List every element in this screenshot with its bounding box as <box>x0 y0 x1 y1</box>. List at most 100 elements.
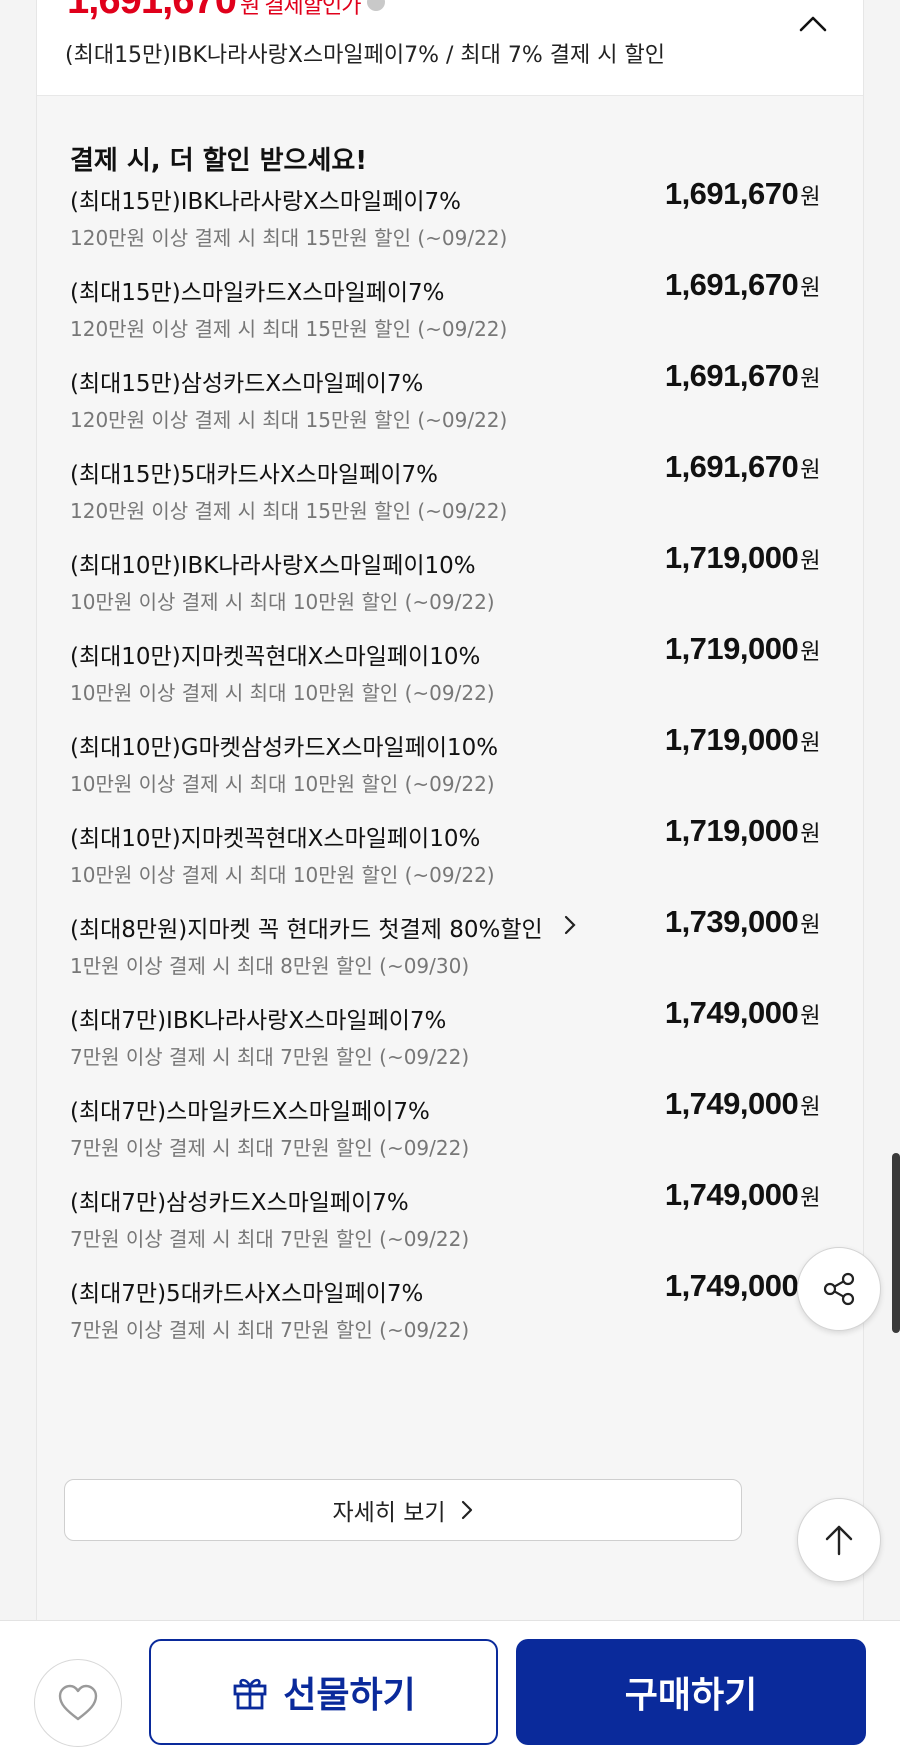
offer-row[interactable]: (최대10만)지마켓꼭현대X스마일페이10% 10만원 이상 결제 시 최대 10… <box>70 813 820 909</box>
offer-condition: 120만원 이상 결제 시 최대 15만원 할인 (~09/22) <box>70 317 508 341</box>
offer-condition: 7만원 이상 결제 시 최대 7만원 할인 (~09/22) <box>70 1136 470 1160</box>
offer-row[interactable]: (최대7만)스마일카드X스마일페이7% 7만원 이상 결제 시 최대 7만원 할인… <box>70 1086 820 1182</box>
offer-condition: 1만원 이상 결제 시 최대 8만원 할인 (~09/30) <box>70 954 470 978</box>
offer-row[interactable]: (최대15만)스마일카드X스마일페이7% 120만원 이상 결제 시 최대 15만… <box>70 267 820 363</box>
offer-price: 1,719,000원 <box>664 722 821 758</box>
offer-price-value: 1,719,000 <box>664 540 799 575</box>
currency-unit: 원 <box>800 458 820 483</box>
buy-button[interactable]: 구매하기 <box>516 1639 866 1745</box>
offer-row[interactable]: (최대7만)IBK나라사랑X스마일페이7% 7만원 이상 결제 시 최대 7만원 … <box>70 995 820 1091</box>
offer-name: (최대10만)IBK나라사랑X스마일페이10% <box>70 553 476 579</box>
gift-button[interactable]: 선물하기 <box>149 1639 498 1745</box>
offer-row[interactable]: (최대10만)지마켓꼭현대X스마일페이10% 10만원 이상 결제 시 최대 10… <box>70 631 820 727</box>
currency-unit: 원 <box>800 731 820 756</box>
offer-name: (최대7만)스마일카드X스마일페이7% <box>70 1099 430 1125</box>
offer-price-value: 1,691,670 <box>664 267 799 302</box>
scroll-top-button[interactable] <box>797 1498 881 1582</box>
offer-condition: 7만원 이상 결제 시 최대 7만원 할인 (~09/22) <box>70 1227 470 1251</box>
offer-price-value: 1,749,000 <box>664 1086 799 1121</box>
offer-price: 1,719,000원 <box>664 540 821 576</box>
offer-condition: 120만원 이상 결제 시 최대 15만원 할인 (~09/22) <box>70 226 508 250</box>
scrollbar[interactable] <box>892 1153 900 1333</box>
offer-condition: 7만원 이상 결제 시 최대 7만원 할인 (~09/22) <box>70 1318 470 1342</box>
currency-unit: 원 <box>800 276 820 301</box>
more-details-button[interactable]: 자세히 보기 <box>64 1479 742 1541</box>
offer-price: 1,719,000원 <box>664 631 821 667</box>
offer-condition: 10만원 이상 결제 시 최대 10만원 할인 (~09/22) <box>70 863 495 887</box>
gift-icon <box>233 1678 267 1710</box>
offer-price-value: 1,691,670 <box>664 449 799 484</box>
offer-condition: 10만원 이상 결제 시 최대 10만원 할인 (~09/22) <box>70 772 495 796</box>
collapse-button[interactable] <box>793 6 833 42</box>
offer-price-value: 1,719,000 <box>664 722 799 757</box>
offer-price-value: 1,719,000 <box>664 631 799 666</box>
info-icon[interactable] <box>366 0 385 12</box>
discount-price: 1,691,670 원 결제할인가 <box>67 0 385 23</box>
offer-price: 1,691,670원 <box>664 176 821 212</box>
offer-condition: 10만원 이상 결제 시 최대 10만원 할인 (~09/22) <box>70 590 495 614</box>
chevron-right-icon <box>461 1500 472 1520</box>
offer-condition: 120만원 이상 결제 시 최대 15만원 할인 (~09/22) <box>70 408 508 432</box>
offer-price-value: 1,749,000 <box>664 1268 799 1303</box>
offer-price: 1,749,000원 <box>664 1177 821 1213</box>
offer-condition: 7만원 이상 결제 시 최대 7만원 할인 (~09/22) <box>70 1045 470 1069</box>
offer-price-value: 1,739,000 <box>664 904 799 939</box>
currency-unit: 원 <box>800 640 820 665</box>
offer-row[interactable]: (최대8만원)지마켓 꼭 현대카드 첫결제 80%할인 1만원 이상 결제 시 최… <box>70 904 820 1000</box>
like-button[interactable] <box>34 1659 122 1747</box>
offer-row[interactable]: (최대15만)IBK나라사랑X스마일페이7% 120만원 이상 결제 시 최대 1… <box>70 176 820 272</box>
offer-price-value: 1,691,670 <box>664 358 799 393</box>
offer-row[interactable]: (최대10만)G마켓삼성카드X스마일페이10% 10만원 이상 결제 시 최대 1… <box>70 722 820 818</box>
arrow-up-icon <box>825 1525 853 1556</box>
offer-name: (최대8만원)지마켓 꼭 현대카드 첫결제 80%할인 <box>70 917 543 943</box>
currency-unit: 원 <box>800 1186 820 1211</box>
currency-unit: 원 <box>800 822 820 847</box>
offer-name: (최대15만)삼성카드X스마일페이7% <box>70 371 424 397</box>
offer-name: (최대7만)5대카드사X스마일페이7% <box>70 1281 424 1307</box>
offer-name: (최대7만)삼성카드X스마일페이7% <box>70 1190 409 1216</box>
chevron-right-icon[interactable] <box>563 914 577 936</box>
offer-price: 1,691,670원 <box>664 358 821 394</box>
offer-name: (최대10만)지마켓꼭현대X스마일페이10% <box>70 826 481 852</box>
payment-discount-panel: 결제 시, 더 할인 받으세요! (최대15만)IBK나라사랑X스마일페이7% 1… <box>37 96 863 1625</box>
offer-row[interactable]: (최대7만)5대카드사X스마일페이7% 7만원 이상 결제 시 최대 7만원 할인… <box>70 1268 820 1364</box>
offer-condition: 10만원 이상 결제 시 최대 10만원 할인 (~09/22) <box>70 681 495 705</box>
card-header: 1,691,670 원 결제할인가 (최대15만)IBK나라사랑X스마일페이7% … <box>37 0 863 96</box>
offer-name: (최대7만)IBK나라사랑X스마일페이7% <box>70 1008 447 1034</box>
offer-row[interactable]: (최대15만)5대카드사X스마일페이7% 120만원 이상 결제 시 최대 15만… <box>70 449 820 545</box>
offer-name: (최대10만)지마켓꼭현대X스마일페이10% <box>70 644 481 670</box>
currency-unit: 원 <box>800 913 820 938</box>
offer-price-value: 1,691,670 <box>664 176 799 211</box>
offer-condition: 120만원 이상 결제 시 최대 15만원 할인 (~09/22) <box>70 499 508 523</box>
offer-price: 1,739,000원 <box>664 904 821 940</box>
offer-price-value: 1,749,000 <box>664 995 799 1030</box>
offer-price-value: 1,719,000 <box>664 813 799 848</box>
offer-price: 1,749,000원 <box>664 995 821 1031</box>
offer-row[interactable]: (최대15만)삼성카드X스마일페이7% 120만원 이상 결제 시 최대 15만원… <box>70 358 820 454</box>
offer-price: 1,691,670원 <box>664 449 821 485</box>
offer-name: (최대10만)G마켓삼성카드X스마일페이10% <box>70 735 499 761</box>
currency-unit: 원 <box>800 549 820 574</box>
share-icon <box>823 1272 855 1306</box>
offer-name: (최대15만)5대카드사X스마일페이7% <box>70 462 439 488</box>
offer-price: 1,691,670원 <box>664 267 821 303</box>
gift-label: 선물하기 <box>283 1675 416 1716</box>
offer-price: 1,749,000원 <box>664 1086 821 1122</box>
currency-unit: 원 <box>800 1095 820 1120</box>
offer-row[interactable]: (최대7만)삼성카드X스마일페이7% 7만원 이상 결제 시 최대 7만원 할인 … <box>70 1177 820 1273</box>
chevron-up-icon <box>799 16 827 32</box>
offer-price-value: 1,749,000 <box>664 1177 799 1212</box>
buy-label: 구매하기 <box>624 1675 758 1716</box>
currency-unit: 원 <box>800 1004 820 1029</box>
more-details-label: 자세히 보기 <box>332 1500 446 1526</box>
discount-summary: (최대15만)IBK나라사랑X스마일페이7% / 최대 7% 결제 시 할인 <box>65 43 665 68</box>
discount-card: 1,691,670 원 결제할인가 (최대15만)IBK나라사랑X스마일페이7% … <box>36 0 864 1625</box>
offer-name: (최대15만)스마일카드X스마일페이7% <box>70 280 445 306</box>
offer-row[interactable]: (최대10만)IBK나라사랑X스마일페이10% 10만원 이상 결제 시 최대 1… <box>70 540 820 636</box>
panel-title: 결제 시, 더 할인 받으세요! <box>70 146 368 176</box>
share-button[interactable] <box>797 1247 881 1331</box>
currency-unit: 원 <box>800 185 820 210</box>
heart-icon <box>58 1684 98 1721</box>
offer-price: 1,719,000원 <box>664 813 821 849</box>
offer-name: (최대15만)IBK나라사랑X스마일페이7% <box>70 189 462 215</box>
